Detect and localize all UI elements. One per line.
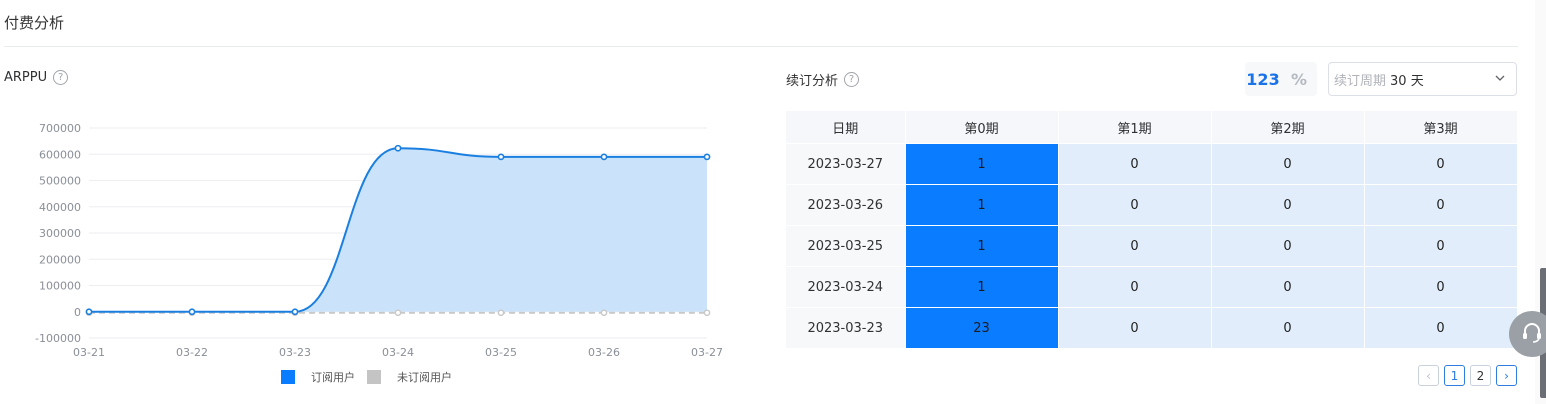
arppu-help-icon[interactable]: ?: [53, 70, 69, 85]
date-cell: 2023-03-27: [786, 143, 906, 185]
data-point-subscribed: [291, 308, 299, 316]
y-tick-label: 500000: [39, 175, 81, 188]
renew-table: 日期 第0期 第1期 第2期 第3期 2023-03-27 1 0 0 0 20…: [786, 111, 1518, 348]
legend-swatch-unsubscribed: [367, 370, 381, 384]
arppu-label: ARPPU: [4, 70, 48, 85]
prev-page-button[interactable]: ‹: [1418, 365, 1439, 386]
renew-help-icon[interactable]: ?: [844, 72, 860, 87]
title-divider: [4, 46, 1518, 47]
mode-count-button[interactable]: 123: [1245, 70, 1281, 89]
table-row: 2023-03-23 23 0 0 0: [786, 307, 1518, 348]
column-header-date: 日期: [786, 111, 906, 144]
data-point-subscribed: [394, 144, 402, 152]
legend-item-unsubscribed[interactable]: 未订阅用户: [367, 369, 452, 385]
y-tick-label: 400000: [39, 201, 81, 214]
chevron-down-icon: [1494, 72, 1506, 87]
table-cell: 0: [1364, 307, 1518, 348]
table-cell: 0: [1211, 225, 1365, 267]
data-point-unsubscribed: [497, 309, 505, 317]
table-row: 2023-03-26 1 0 0 0: [786, 184, 1518, 226]
period-prefix: 续订周期: [1334, 73, 1387, 89]
y-tick-label: 700000: [39, 122, 81, 135]
series-area-subscribed: [89, 148, 707, 312]
date-cell: 2023-03-23: [786, 307, 906, 348]
page-button-1[interactable]: 1: [1444, 365, 1465, 386]
table-cell: 0: [1364, 266, 1518, 308]
column-header-period-3: 第3期: [1364, 111, 1518, 144]
renew-period-select[interactable]: 续订周期 30 天: [1328, 62, 1517, 96]
y-tick-label: -100000: [35, 332, 81, 345]
period-value: 30 天: [1390, 73, 1424, 89]
pagination: ‹ 1 2 ›: [1418, 365, 1522, 386]
table-cell: 0: [1211, 266, 1365, 308]
chart-legend: 订阅用户 未订阅用户: [281, 369, 464, 385]
x-tick-label: 03-23: [279, 346, 311, 359]
date-cell: 2023-03-26: [786, 184, 906, 226]
data-point-unsubscribed: [600, 309, 608, 317]
y-tick-label: 0: [74, 306, 81, 319]
table-cell: 1: [905, 143, 1059, 185]
date-cell: 2023-03-24: [786, 266, 906, 308]
y-tick-label: 600000: [39, 148, 81, 161]
y-tick-label: 300000: [39, 227, 81, 240]
data-point-unsubscribed: [394, 309, 402, 317]
x-tick-label: 03-21: [73, 346, 105, 359]
column-header-period-1: 第1期: [1058, 111, 1212, 144]
x-tick-label: 03-27: [691, 346, 723, 359]
table-cell: 0: [1058, 266, 1212, 308]
x-tick-label: 03-26: [588, 346, 620, 359]
date-cell: 2023-03-25: [786, 225, 906, 267]
table-cell: 0: [1211, 143, 1365, 185]
table-cell: 1: [905, 225, 1059, 267]
x-tick-label: 03-22: [176, 346, 208, 359]
x-axis-ticks: 03-21 03-22 03-23 03-24 03-25 03-26 03-27: [73, 346, 723, 359]
customer-service-button[interactable]: [1509, 311, 1546, 357]
column-header-period-0: 第0期: [905, 111, 1059, 144]
x-tick-label: 03-24: [382, 346, 414, 359]
table-cell: 0: [1364, 143, 1518, 185]
mode-percent-button[interactable]: %: [1281, 70, 1317, 89]
arppu-chart: 700000 600000 500000 400000 300000 200000 1000…: [35, 122, 723, 359]
table-header-row: 日期 第0期 第1期 第2期 第3期: [786, 111, 1518, 144]
page-title: 付费分析: [4, 14, 65, 32]
table-cell: 1: [905, 266, 1059, 308]
display-mode-toggle: 123 %: [1245, 62, 1317, 96]
legend-label-subscribed: 订阅用户: [311, 371, 355, 384]
table-row: 2023-03-25 1 0 0 0: [786, 225, 1518, 267]
chart-series: [85, 144, 711, 317]
x-tick-label: 03-25: [485, 346, 517, 359]
legend-swatch-subscribed: [281, 370, 295, 384]
table-cell: 23: [905, 307, 1059, 348]
arppu-header: ARPPU ?: [4, 70, 69, 85]
data-point-subscribed: [188, 308, 196, 316]
y-tick-label: 100000: [39, 280, 81, 293]
table-row: 2023-03-24 1 0 0 0: [786, 266, 1518, 308]
table-cell: 0: [1364, 225, 1518, 267]
data-point-unsubscribed: [703, 309, 711, 317]
data-point-subscribed: [497, 153, 505, 161]
table-cell: 0: [1058, 307, 1212, 348]
renew-label: 续订分析: [786, 74, 839, 89]
page-button-2[interactable]: 2: [1470, 365, 1491, 386]
table-cell: 0: [1211, 307, 1365, 348]
next-page-button[interactable]: ›: [1496, 365, 1517, 386]
legend-label-unsubscribed: 未订阅用户: [397, 371, 452, 384]
data-point-subscribed: [85, 308, 93, 316]
table-cell: 1: [905, 184, 1059, 226]
table-cell: 0: [1058, 225, 1212, 267]
data-point-subscribed: [600, 153, 608, 161]
y-tick-label: 200000: [39, 253, 81, 266]
table-row: 2023-03-27 1 0 0 0: [786, 143, 1518, 185]
table-cell: 0: [1364, 184, 1518, 226]
table-cell: 0: [1058, 143, 1212, 185]
table-cell: 0: [1058, 184, 1212, 226]
renew-header: 续订分析 ?: [786, 70, 860, 89]
data-point-subscribed: [703, 153, 711, 161]
table-cell: 0: [1211, 184, 1365, 226]
legend-item-subscribed[interactable]: 订阅用户: [281, 369, 355, 385]
column-header-period-2: 第2期: [1211, 111, 1365, 144]
y-axis-ticks: 700000 600000 500000 400000 300000 200000 1000…: [35, 122, 81, 345]
headset-icon: [1519, 319, 1545, 349]
